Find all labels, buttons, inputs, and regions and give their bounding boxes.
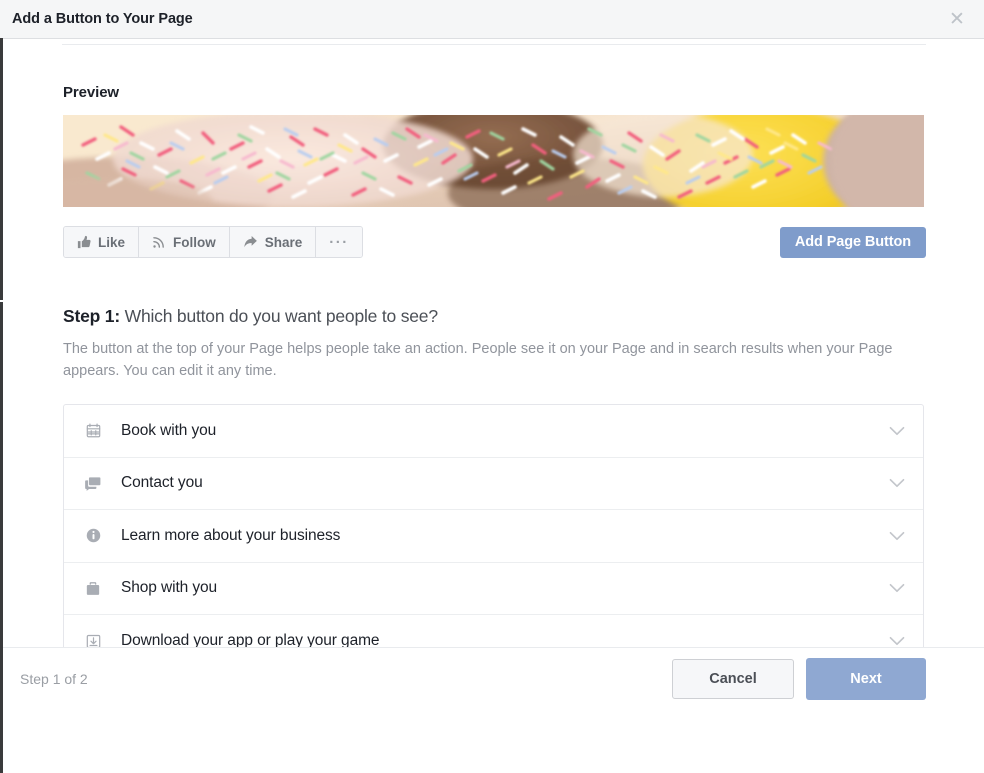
ellipsis-icon: ··· xyxy=(329,233,349,251)
like-button-label: Like xyxy=(98,234,126,250)
follow-button[interactable]: Follow xyxy=(139,227,230,257)
window-left-edge xyxy=(0,38,3,773)
follow-button-label: Follow xyxy=(173,234,216,250)
option-contact-you[interactable]: Contact you xyxy=(64,458,923,510)
chevron-down-icon[interactable] xyxy=(889,583,905,593)
dialog-title: Add a Button to Your Page xyxy=(12,11,193,27)
share-arrow-icon xyxy=(243,235,258,249)
option-learn-more[interactable]: Learn more about your business xyxy=(64,510,923,563)
step-description: The button at the top of your Page helps… xyxy=(63,341,893,379)
option-label: Learn more about your business xyxy=(121,526,341,544)
add-page-button[interactable]: Add Page Button xyxy=(779,226,926,258)
step-counter: Step 1 of 2 xyxy=(20,671,88,687)
chevron-down-icon[interactable] xyxy=(889,426,905,436)
step-question: Which button do you want people to see? xyxy=(124,306,438,326)
step-number-label: Step 1: xyxy=(63,306,120,326)
step-heading: Step 1: Which button do you want people … xyxy=(63,306,926,327)
dialog-header: Add a Button to Your Page ✕ xyxy=(0,0,984,39)
close-icon[interactable]: ✕ xyxy=(946,8,968,30)
option-label: Contact you xyxy=(121,474,203,492)
rss-follow-icon xyxy=(152,235,166,249)
button-type-accordion: Book with you Contact you Learn more abo… xyxy=(63,404,924,669)
option-book-with-you[interactable]: Book with you xyxy=(64,405,923,458)
footer-buttons: Cancel Next xyxy=(672,658,926,700)
share-button-label: Share xyxy=(264,234,303,250)
option-label: Book with you xyxy=(121,421,217,439)
chevron-down-icon[interactable] xyxy=(889,531,905,541)
dialog-body: Preview Like Follow Share ··· Add Page B… xyxy=(0,39,984,710)
cancel-button[interactable]: Cancel xyxy=(672,659,794,699)
header-divider xyxy=(62,44,926,45)
chevron-down-icon[interactable] xyxy=(889,478,905,488)
more-options-button[interactable]: ··· xyxy=(316,227,362,257)
like-button[interactable]: Like xyxy=(64,227,140,257)
page-actions-row: Like Follow Share ··· Add Page Button xyxy=(63,226,926,258)
info-circle-icon xyxy=(83,528,103,543)
dialog-footer: Step 1 of 2 Cancel Next xyxy=(0,647,984,710)
shopping-bag-icon xyxy=(83,581,103,596)
page-action-buttons: Like Follow Share ··· xyxy=(63,226,363,258)
speech-bubbles-icon xyxy=(83,476,103,491)
preview-label: Preview xyxy=(63,84,120,101)
calendar-icon xyxy=(83,423,103,438)
option-shop-with-you[interactable]: Shop with you xyxy=(64,563,923,615)
chevron-down-icon[interactable] xyxy=(889,636,905,646)
option-label: Shop with you xyxy=(121,579,218,597)
next-button[interactable]: Next xyxy=(806,658,926,700)
share-button[interactable]: Share xyxy=(229,227,317,257)
dialog-content: Preview Like Follow Share ··· Add Page B… xyxy=(0,39,984,669)
window-left-edge-gap xyxy=(0,300,3,302)
cover-photo xyxy=(63,115,924,207)
thumbs-up-icon xyxy=(77,235,91,249)
